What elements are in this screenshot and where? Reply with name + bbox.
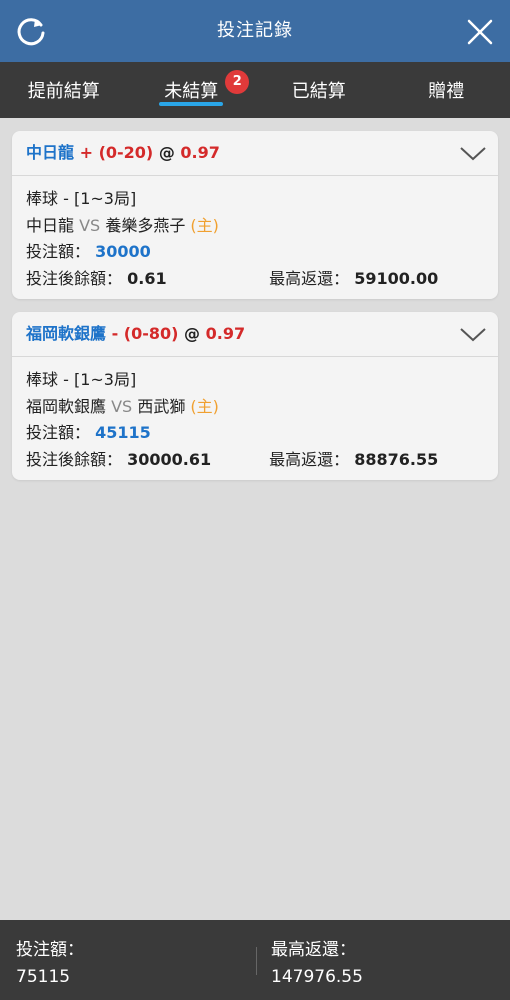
bet-team: 福岡軟銀鷹 (26, 324, 107, 343)
page-title: 投注記錄 (217, 20, 293, 41)
bet-sport: 棒球 - [1~3局] (26, 189, 137, 208)
total-stake: 投注額： 75115 (16, 938, 84, 990)
stake-value: 45115 (95, 423, 151, 442)
tab-unsettled[interactable]: 未結算 2 (128, 62, 256, 118)
bet-stake-row: 投注額： 45115 (26, 420, 484, 447)
at-symbol: @ (184, 324, 201, 343)
bet-handicap: - (0-80) (111, 324, 179, 343)
tab-settled[interactable]: 已結算 (255, 62, 383, 118)
home-marker: (主) (190, 396, 219, 416)
tab-bar: 提前結算 未結算 2 已結算 贈禮 (0, 62, 510, 118)
max-return-value: 59100.00 (354, 268, 439, 288)
bet-card-header[interactable]: 中日龍 + (0-20) @ 0.97 (12, 131, 498, 176)
bet-odds: 0.97 (180, 143, 220, 162)
bet-card: 福岡軟銀鷹 - (0-80) @ 0.97 棒球 - [1~3局] 福岡軟銀鷹 … (12, 312, 498, 480)
count-badge: 2 (225, 70, 250, 94)
stake-label: 投注額： (26, 242, 91, 261)
total-max-return-value: 147976.55 (271, 967, 363, 987)
footer-divider (256, 947, 257, 975)
max-return-label: 最高返還： (269, 268, 350, 288)
close-icon[interactable] (464, 16, 496, 48)
max-return-label: 最高返還： (269, 449, 350, 469)
at-symbol: @ (158, 143, 175, 162)
bet-team: 中日龍 (26, 143, 75, 162)
stake-value: 30000 (95, 242, 151, 261)
tab-early-settlement[interactable]: 提前結算 (0, 62, 128, 118)
total-stake-label: 投注額： (16, 940, 84, 960)
home-marker: (主) (190, 215, 219, 235)
vs-label: VS (79, 215, 101, 235)
tab-label: 提前結算 (27, 81, 100, 102)
bet-sport: 棒球 - [1~3局] (26, 370, 137, 389)
bet-handicap: + (0-20) (79, 143, 154, 162)
home-team: 中日龍 (26, 215, 75, 235)
bet-matchup: 福岡軟銀鷹 VS 西武獅 (主) (26, 394, 484, 421)
tab-gifts[interactable]: 贈禮 (383, 62, 510, 118)
bet-stake-row: 投注額： 30000 (26, 239, 484, 266)
total-max-return-label: 最高返還： (271, 940, 356, 960)
tab-label: 已結算 (291, 81, 346, 102)
vs-label: VS (111, 396, 133, 416)
tab-label: 未結算 (164, 81, 219, 102)
balance-label: 投注後餘額： (26, 268, 123, 288)
total-stake-value: 75115 (16, 967, 71, 987)
bet-matchup: 中日龍 VS 養樂多燕子 (主) (26, 213, 484, 240)
totals-footer: 投注額： 75115 最高返還： 147976.55 (0, 920, 510, 1000)
balance-value: 0.61 (127, 268, 167, 288)
away-team: 養樂多燕子 (105, 215, 186, 235)
max-return-value: 88876.55 (354, 449, 439, 469)
tab-label: 贈禮 (428, 81, 465, 102)
bet-card-header[interactable]: 福岡軟銀鷹 - (0-80) @ 0.97 (12, 312, 498, 357)
bet-card: 中日龍 + (0-20) @ 0.97 棒球 - [1~3局] 中日龍 VS 養… (12, 131, 498, 299)
total-max-return: 最高返還： 147976.55 (271, 938, 363, 990)
away-team: 西武獅 (137, 396, 186, 416)
chevron-down-icon[interactable] (458, 322, 488, 346)
bet-result-row: 投注後餘額： 0.61 最高返還： 59100.00 (26, 266, 484, 293)
bet-result-row: 投注後餘額： 30000.61 最高返還： 88876.55 (26, 447, 484, 474)
active-tab-indicator (159, 102, 224, 106)
balance-value: 30000.61 (127, 449, 212, 469)
stake-label: 投注額： (26, 423, 91, 442)
bet-odds: 0.97 (205, 324, 246, 343)
balance-label: 投注後餘額： (26, 449, 123, 469)
home-team: 福岡軟銀鷹 (26, 396, 107, 416)
top-bar: 投注記錄 (0, 0, 510, 62)
chevron-down-icon[interactable] (458, 141, 488, 165)
